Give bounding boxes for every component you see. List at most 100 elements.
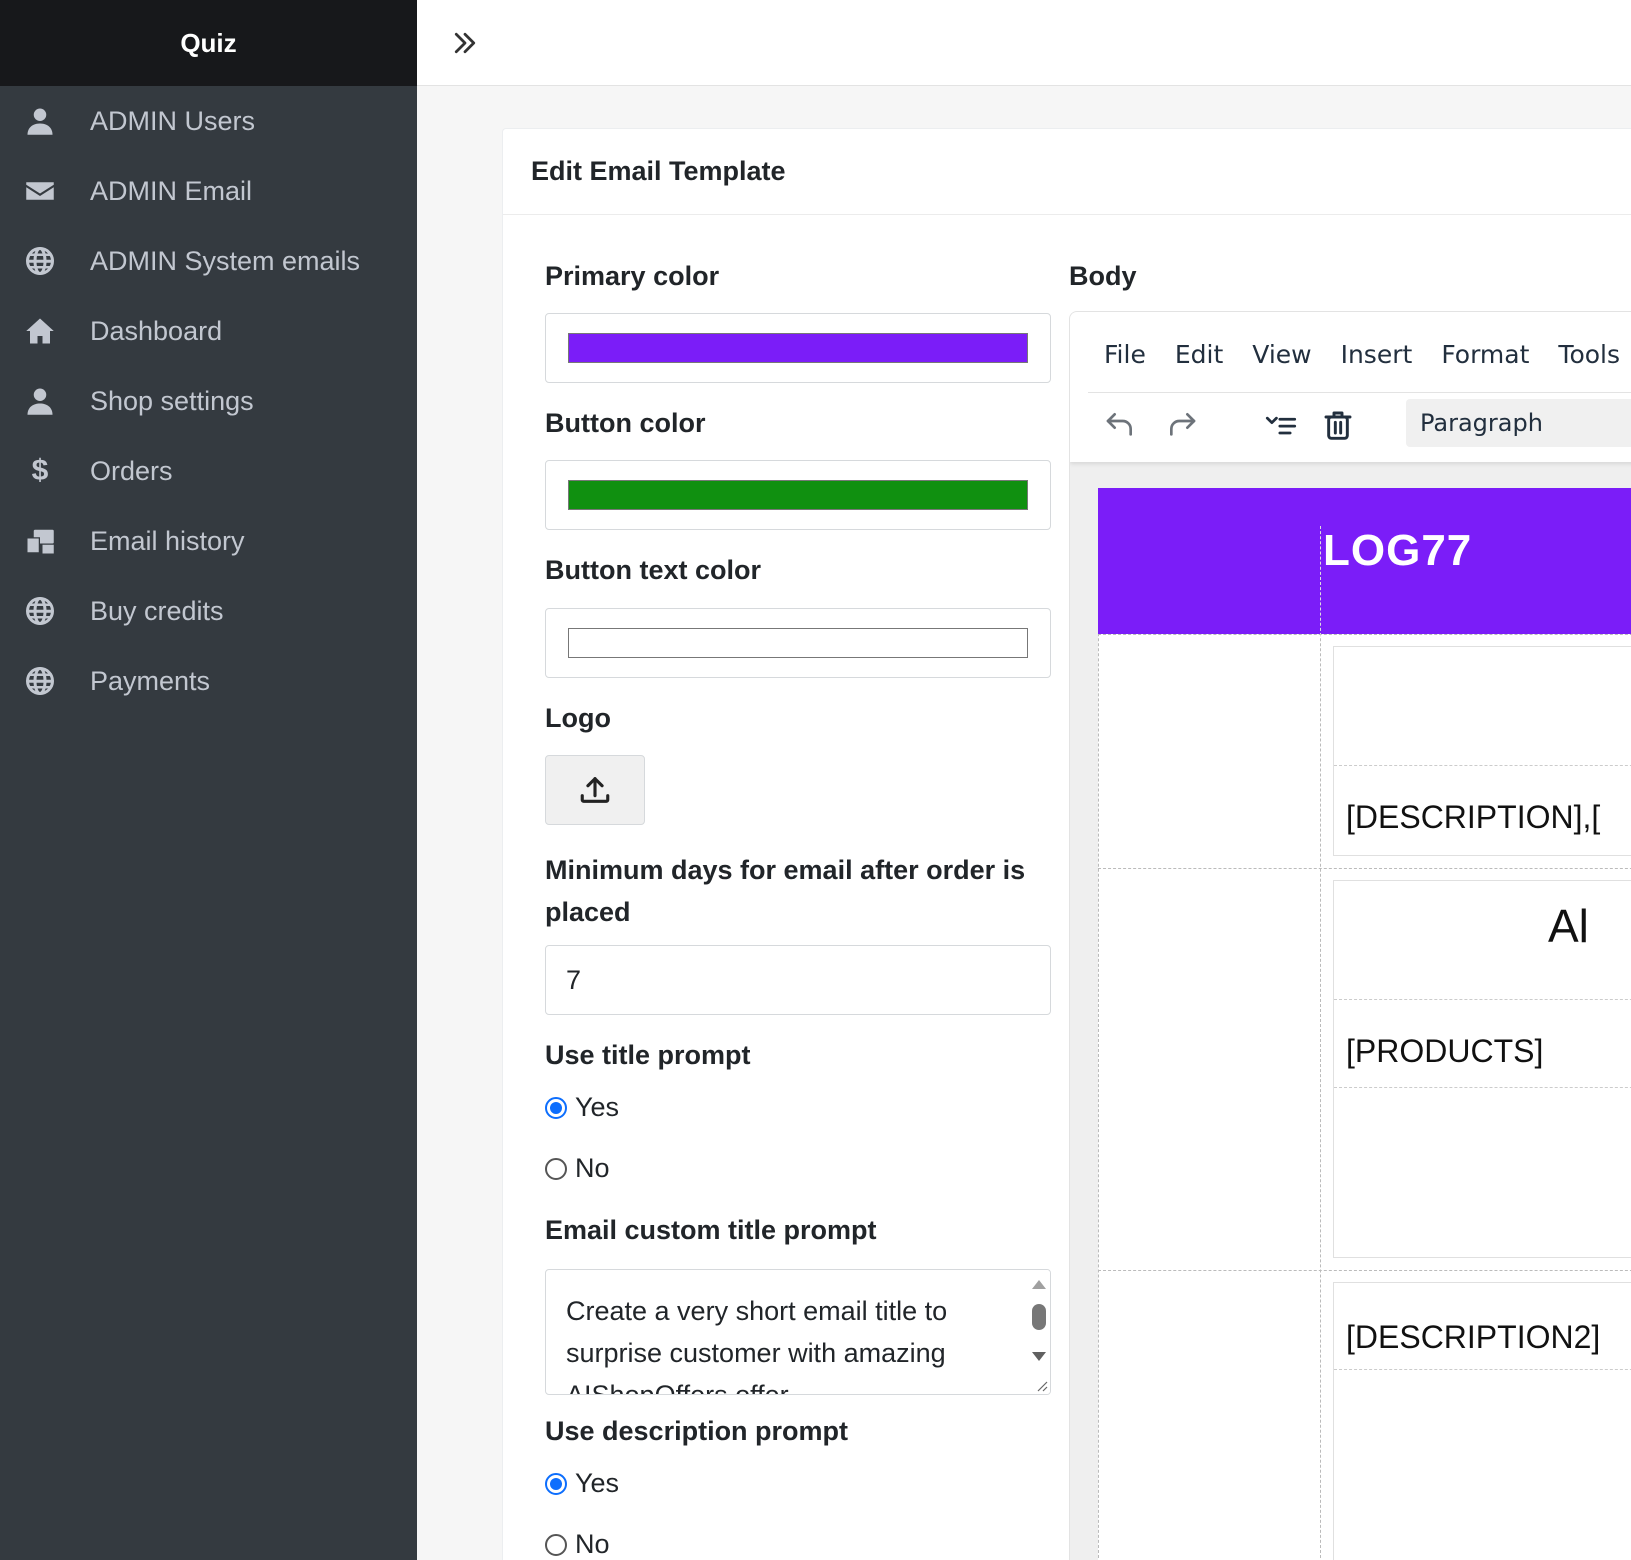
envelope-icon [24, 175, 56, 207]
button-color-swatch [568, 480, 1028, 510]
desc-prompt-no-option[interactable]: No [545, 1529, 610, 1560]
row-separator [1098, 868, 1631, 869]
sidebar-item-orders[interactable]: $ Orders [0, 436, 417, 506]
primary-color-input[interactable] [545, 313, 1051, 383]
scroll-down-arrow-icon[interactable] [1032, 1352, 1046, 1361]
sidebar-item-label: Shop settings [90, 385, 254, 416]
trash-icon [1324, 411, 1352, 440]
desc-prompt-no-radio[interactable] [545, 1533, 567, 1556]
sidebar-nav: ADMIN Users ADMIN Email ADMIN System ema… [0, 86, 417, 716]
editor-toolbar: Paragraph [1088, 392, 1631, 458]
sidebar-item-payments[interactable]: Payments [0, 646, 417, 716]
cell-separator [1334, 765, 1631, 766]
block-format-select[interactable]: Paragraph [1406, 399, 1631, 447]
min-days-label: Minimum days for email after order is pl… [545, 855, 1026, 927]
sidebar-item-label: Orders [90, 455, 173, 486]
email-left-column [1098, 488, 1321, 1560]
custom-title-prompt-label: Email custom title prompt [545, 1215, 877, 1245]
sidebar-item-label: Buy credits [90, 595, 224, 626]
double-chevron-right-icon [454, 32, 476, 53]
sidebar-item-label: ADMIN System emails [90, 245, 361, 276]
topbar [417, 0, 1631, 86]
primary-color-swatch [568, 333, 1028, 363]
title-prompt-yes-radio[interactable] [545, 1096, 567, 1119]
cell-separator [1334, 1087, 1631, 1088]
sidebar-item-admin-users[interactable]: ADMIN Users [0, 86, 417, 156]
menu-file[interactable]: File [1104, 340, 1146, 369]
sidebar-item-buy-credits[interactable]: Buy credits [0, 576, 417, 646]
title-prompt-yes-option[interactable]: Yes [545, 1092, 619, 1123]
button-text-color-label: Button text color [545, 555, 761, 585]
custom-title-prompt-textarea[interactable]: Create a very short email title to surpr… [545, 1269, 1051, 1395]
show-blocks-button[interactable] [1258, 405, 1304, 445]
sidebar-item-email-history[interactable]: Email history [0, 506, 417, 576]
home-icon [24, 315, 56, 347]
description-placeholder: [DESCRIPTION],[ [1346, 799, 1601, 835]
desc-prompt-yes-label: Yes [575, 1468, 620, 1498]
cell-separator [1334, 999, 1631, 1000]
row-separator [1098, 1270, 1631, 1271]
redo-button[interactable] [1162, 405, 1202, 445]
sidebar-item-label: Email history [90, 525, 245, 556]
body-column: Body File Edit View Insert Format Tools [1069, 215, 1631, 1560]
globe-icon [24, 595, 56, 627]
menu-edit[interactable]: Edit [1175, 340, 1223, 369]
dollar-icon: $ [31, 454, 49, 487]
editor-header: File Edit View Insert Format Tools Parag… [1070, 312, 1631, 462]
row-separator [1098, 634, 1631, 635]
sidebar-item-admin-system-emails[interactable]: ADMIN System emails [0, 226, 417, 296]
rich-text-editor: File Edit View Insert Format Tools Parag… [1069, 311, 1631, 1560]
button-text-color-input[interactable] [545, 608, 1051, 678]
sidebar-item-dashboard[interactable]: Dashboard [0, 296, 417, 366]
edit-email-template-card: Edit Email Template Primary color Button… [502, 128, 1631, 1560]
min-days-input[interactable]: 7 [545, 945, 1051, 1015]
editor-menubar: File Edit View Insert Format Tools [1104, 340, 1631, 369]
menu-tools[interactable]: Tools [1558, 340, 1620, 369]
textarea-scrollbar[interactable] [1026, 1270, 1050, 1394]
desc-prompt-no-label: No [575, 1529, 610, 1559]
brand-title[interactable]: Quiz [0, 0, 417, 86]
button-color-input[interactable] [545, 460, 1051, 530]
undo-icon [1106, 413, 1132, 436]
undo-button[interactable] [1100, 405, 1140, 445]
card-title: Edit Email Template [503, 129, 1631, 215]
button-text-color-swatch [568, 628, 1028, 658]
sidebar-item-admin-email[interactable]: ADMIN Email [0, 156, 417, 226]
cell-separator [1334, 1369, 1631, 1370]
scroll-up-arrow-icon[interactable] [1032, 1280, 1046, 1289]
primary-color-label: Primary color [545, 261, 720, 291]
email-description-block[interactable]: [DESCRIPTION],[ [1333, 646, 1631, 856]
menu-format[interactable]: Format [1441, 340, 1529, 369]
email-description2-block[interactable]: [DESCRIPTION2] [1333, 1282, 1631, 1560]
mail-bulk-icon [24, 525, 56, 557]
resize-handle-icon[interactable] [1034, 1378, 1048, 1392]
sidebar-item-shop-settings[interactable]: Shop settings [0, 366, 417, 436]
sidebar-item-label: ADMIN Users [90, 105, 256, 136]
delete-button[interactable] [1318, 405, 1358, 445]
body-label: Body [1069, 261, 1137, 291]
email-preview-content[interactable]: LOG77 [DESCRIPTION],[ Al [PRODUCTS] [DES… [1098, 488, 1631, 1560]
use-title-prompt-label: Use title prompt [545, 1040, 751, 1070]
title-prompt-no-option[interactable]: No [545, 1153, 610, 1184]
products-placeholder: [PRODUCTS] [1346, 1033, 1544, 1069]
sidebar-toggle-button[interactable] [447, 25, 483, 61]
user-icon [24, 105, 56, 137]
button-color-label: Button color [545, 408, 706, 438]
menu-insert[interactable]: Insert [1341, 340, 1413, 369]
email-products-block[interactable]: Al [PRODUCTS] [1333, 880, 1631, 1258]
upload-icon [580, 777, 610, 803]
desc-prompt-yes-option[interactable]: Yes [545, 1468, 619, 1499]
list-collapse-icon [1265, 416, 1297, 435]
globe-icon [24, 245, 56, 277]
custom-title-prompt-text: Create a very short email title to surpr… [566, 1296, 948, 1395]
redo-icon [1170, 413, 1196, 436]
sidebar-item-label: ADMIN Email [90, 175, 253, 206]
logo-upload-button[interactable] [545, 755, 645, 825]
title-prompt-no-radio[interactable] [545, 1157, 567, 1180]
scroll-thumb[interactable] [1032, 1304, 1046, 1330]
desc-prompt-yes-radio[interactable] [545, 1472, 567, 1495]
menu-view[interactable]: View [1252, 340, 1311, 369]
email-logo: LOG77 [1320, 526, 1472, 636]
sidebar: Quiz ADMIN Users ADMIN Email ADMIN Syste… [0, 0, 417, 1560]
description2-placeholder: [DESCRIPTION2] [1346, 1319, 1601, 1355]
